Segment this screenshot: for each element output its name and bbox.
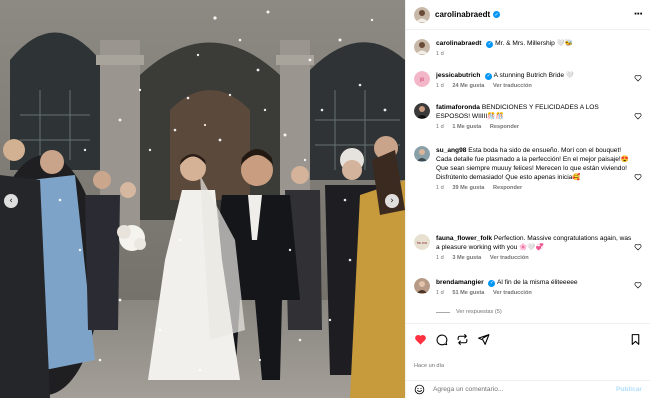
heart-outline-icon[interactable] (634, 112, 642, 120)
commenter-avatar[interactable] (414, 146, 430, 162)
comment-item: fatimaforonda BENDICIONES Y FELICIDADES … (414, 103, 642, 132)
commenter-username[interactable]: fauna_flower_folk (436, 235, 492, 242)
comment-time[interactable]: 1 d (436, 255, 444, 261)
verified-badge-icon: ✓ (485, 72, 493, 80)
replies-divider (436, 311, 450, 313)
post-actions (406, 323, 650, 355)
comment-text: Al fin de la misma éliteeeee (496, 279, 578, 286)
comment-icon[interactable] (435, 333, 448, 346)
chevron-left-icon: ‹ (9, 195, 13, 206)
translate-link[interactable]: Ver traducción (493, 290, 532, 296)
send-icon[interactable] (477, 333, 490, 346)
repost-icon[interactable] (456, 333, 469, 346)
heart-filled-icon[interactable] (414, 333, 427, 346)
post-side-panel: carolinabraedt ✓ ··· carolinabraedt ✓ Mr… (405, 0, 650, 398)
verified-badge-icon: ✓ (493, 11, 501, 18)
heart-outline-icon[interactable] (634, 281, 642, 289)
comment-item: JB jessicabutrich ✓ A stunning Butrich B… (414, 71, 642, 91)
post-photo[interactable]: ‹ › (0, 0, 405, 398)
comment-text: A stunning Butrich Bride 🤍 (493, 72, 575, 79)
heart-outline-icon[interactable] (634, 243, 642, 251)
commenter-username[interactable]: brendamangier (436, 279, 484, 286)
commenter-username[interactable]: fatimaforonda (436, 104, 480, 111)
heart-outline-icon[interactable] (634, 173, 642, 181)
view-replies-button[interactable]: Ver respuestas (5) (436, 309, 502, 315)
comment-likes[interactable]: 39 Me gusta (452, 185, 484, 191)
commenter-username[interactable]: jessicabutrich (436, 72, 480, 79)
prev-photo-button[interactable]: ‹ (4, 194, 18, 208)
translate-link[interactable]: Ver traducción (490, 255, 529, 261)
chevron-right-icon: › (390, 195, 394, 206)
comments-list[interactable]: carolinabraedt ✓ Mr. & Mrs. Millership 🤍… (406, 30, 650, 323)
comment-time[interactable]: 1 d (436, 290, 444, 296)
next-photo-button[interactable]: › (385, 194, 399, 208)
caption-username[interactable]: carolinabraedt (436, 40, 481, 47)
author-avatar[interactable] (414, 6, 430, 23)
commenter-username[interactable]: su_ang98 (436, 147, 466, 154)
comment-likes[interactable]: 3 Me gusta (452, 255, 481, 261)
comment-item: su_ang98 Esta boda ha sido de ensueño. M… (414, 146, 642, 193)
heart-outline-icon[interactable] (634, 74, 642, 82)
author-username[interactable]: carolinabraedt (435, 10, 490, 19)
commenter-avatar[interactable] (414, 278, 430, 294)
commenter-avatar[interactable]: fauna (414, 234, 430, 250)
svg-text:fauna: fauna (417, 241, 427, 245)
comment-item: fauna fauna_flower_folk Perfection. Mass… (414, 234, 642, 263)
commenter-avatar[interactable]: JB (414, 71, 430, 87)
comment-likes[interactable]: 24 Me gusta (452, 83, 484, 89)
commenter-avatar[interactable] (414, 103, 430, 119)
caption: carolinabraedt ✓ Mr. & Mrs. Millership 🤍… (414, 39, 642, 59)
wedding-photo-illustration (0, 0, 405, 398)
bookmark-icon[interactable] (629, 333, 642, 346)
reply-link[interactable]: Responder (493, 185, 522, 191)
post-timestamp[interactable]: Hace un día (414, 363, 444, 369)
add-comment-bar: Publicar (406, 380, 650, 398)
verified-badge-icon: ✓ (486, 40, 494, 48)
translate-link[interactable]: Ver traducción (493, 83, 532, 89)
view-replies-label: Ver respuestas (5) (456, 309, 502, 315)
verified-badge-icon: ✓ (488, 279, 496, 287)
comment-input[interactable] (433, 386, 616, 393)
comment-likes[interactable]: 51 Me gusta (452, 290, 484, 296)
post-header: carolinabraedt ✓ ··· (406, 0, 650, 30)
comment-likes[interactable]: 1 Me gusta (452, 124, 481, 130)
author-avatar[interactable] (414, 39, 430, 55)
svg-text:JB: JB (419, 77, 424, 82)
comment-time[interactable]: 1 d (436, 124, 444, 130)
publish-button[interactable]: Publicar (616, 386, 642, 393)
comment-time[interactable]: 1 d (436, 185, 444, 191)
comment-time[interactable]: 1 d (436, 83, 444, 89)
comment-item: brendamangier ✓ Al fin de la misma élite… (414, 278, 642, 298)
smile-icon[interactable] (414, 384, 425, 395)
reply-link[interactable]: Responder (490, 124, 519, 130)
caption-text: Mr. & Mrs. Millership 🤍🐝 (495, 40, 574, 47)
more-horizontal-icon[interactable]: ··· (634, 9, 643, 20)
caption-time[interactable]: 1 d (436, 51, 444, 57)
